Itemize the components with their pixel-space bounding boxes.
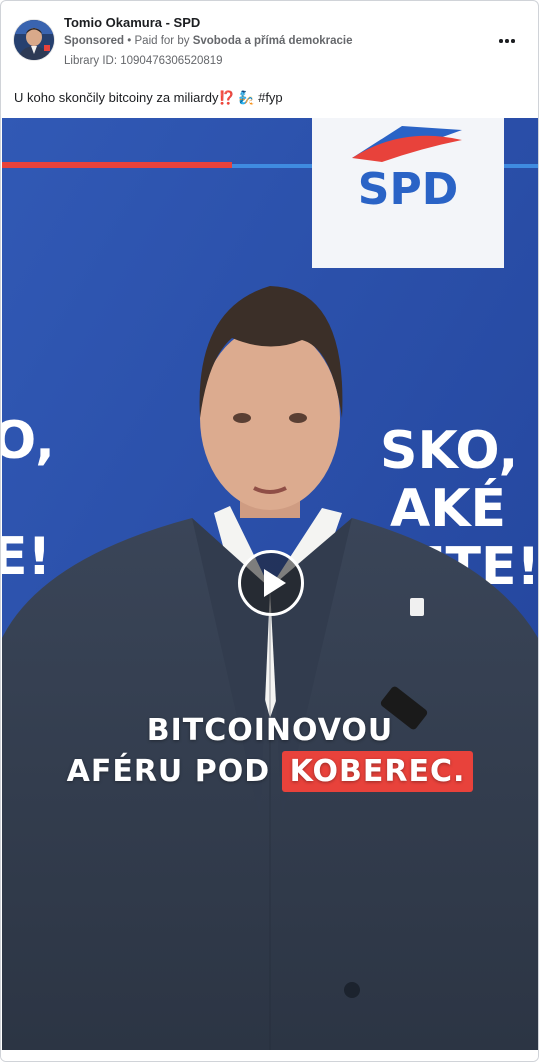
payer-name[interactable]: Svoboda a přímá demokracie [193,35,353,47]
paid-for-by-label: Paid for by [134,35,190,47]
video-subtitle-line-1: BITCOINOVOU [146,713,394,748]
backdrop-red-stripe [2,162,232,168]
separator-dot: • [127,35,132,47]
caption-text: U koho skončily bitcoiny za miliardy [14,90,219,105]
interrobang-emoji-icon: ⁉️ [218,90,235,105]
more-options-icon-dot [511,39,515,43]
page-avatar[interactable] [14,20,54,60]
suit-button [344,982,360,998]
backdrop-slogan-left-2: E! [2,527,51,587]
genie-emoji-icon: 🧞 [238,90,255,105]
more-options-icon-dot [505,39,509,43]
page-name[interactable]: Tomio Okamura - SPD [64,15,200,30]
play-button[interactable] [238,550,304,616]
spd-logo-text: SPD [358,164,458,215]
backdrop-slogan-right-2: AKÉ [390,478,506,539]
video-subtitle-prefix: AFÉRU POD [66,754,271,789]
card-footer-strip [1,1050,538,1061]
post-caption: U koho skončily bitcoiny za miliardy⁉️ 🧞… [14,90,283,106]
post-header: Tomio Okamura - SPD Sponsored • Paid for… [1,1,538,81]
video-subtitle-line-2: AFÉRU POD KOBEREC. [2,751,538,792]
more-options-button[interactable] [495,31,519,51]
ad-card: Tomio Okamura - SPD Sponsored • Paid for… [0,0,539,1062]
caption-hashtag[interactable]: #fyp [258,90,283,105]
backdrop-slogan-right-1: SKO, [380,421,518,481]
sponsored-label: Sponsored [64,35,125,47]
play-icon [264,569,286,597]
avatar-image [14,20,54,60]
video-subtitle-highlight: KOBEREC. [281,751,474,792]
video-player[interactable]: SPD SKO, AKÉ ETE! O, E! [2,118,538,1050]
spd-logo-panel: SPD [312,118,504,268]
library-id: Library ID: 1090476306520819 [64,55,223,67]
backdrop-slogan-left-1: O, [2,411,55,471]
sponsor-info: Sponsored • Paid for by Svoboda a přímá … [64,35,352,47]
lapel-pin [410,598,424,616]
more-options-icon [499,39,503,43]
